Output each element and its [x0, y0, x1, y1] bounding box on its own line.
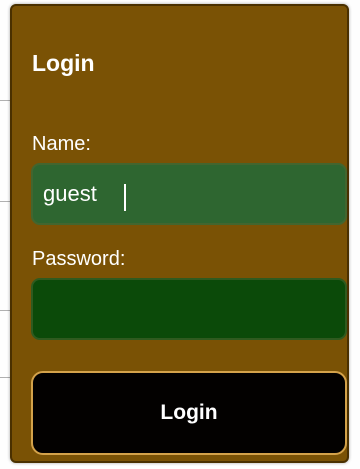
left-edge-divider: [0, 201, 10, 202]
left-edge-divider: [0, 310, 10, 311]
password-input[interactable]: [31, 278, 347, 340]
left-edge-divider: [0, 100, 10, 101]
password-label: Password:: [32, 248, 126, 270]
name-label: Name:: [32, 133, 91, 155]
login-panel: Login Name: Password: Login: [10, 4, 349, 463]
login-screen: Login Name: Password: Login: [0, 0, 360, 469]
name-input[interactable]: [31, 163, 347, 225]
login-title: Login: [32, 50, 95, 76]
left-edge-divider: [0, 377, 10, 378]
login-button[interactable]: Login: [31, 371, 347, 455]
text-cursor: [124, 184, 126, 211]
